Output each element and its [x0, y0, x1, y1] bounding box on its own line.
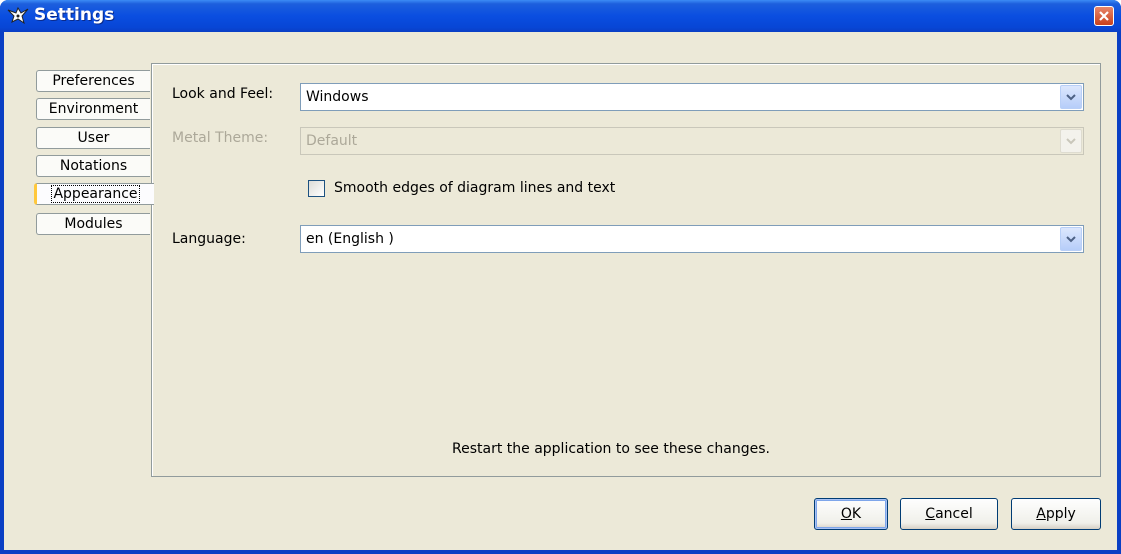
- chevron-down-icon: [1066, 236, 1076, 243]
- tab-label: Preferences: [52, 73, 135, 89]
- cancel-label: ancel: [935, 506, 973, 522]
- tab-appearance[interactable]: Appearance: [34, 183, 154, 205]
- ok-button[interactable]: OK: [814, 498, 888, 530]
- apply-mnemonic: A: [1036, 506, 1046, 522]
- look-and-feel-label: Look and Feel:: [172, 86, 274, 102]
- tab-label: Modules: [64, 216, 123, 232]
- apply-button[interactable]: Apply: [1011, 498, 1101, 530]
- apply-label: pply: [1045, 506, 1076, 522]
- title-bar[interactable]: Settings: [0, 0, 1121, 32]
- cancel-button[interactable]: Cancel: [900, 498, 998, 530]
- cancel-mnemonic: C: [925, 506, 936, 522]
- tab-environment[interactable]: Environment: [36, 98, 150, 120]
- tab-label: User: [77, 130, 110, 146]
- language-label: Language:: [172, 231, 246, 247]
- smooth-edges-label[interactable]: Smooth edges of diagram lines and text: [334, 180, 615, 196]
- dropdown-button[interactable]: [1060, 227, 1082, 251]
- chevron-down-icon: [1066, 94, 1076, 101]
- tab-label: Notations: [59, 158, 128, 174]
- restart-note: Restart the application to see these cha…: [452, 441, 770, 457]
- appearance-panel: [151, 63, 1101, 477]
- tab-label: Appearance: [51, 185, 140, 203]
- dropdown-button: [1060, 129, 1082, 153]
- app-logo-icon: [7, 7, 29, 25]
- ok-mnemonic: O: [840, 506, 852, 522]
- metal-theme-value: Default: [306, 133, 358, 149]
- chevron-down-icon: [1066, 138, 1076, 145]
- metal-theme-label: Metal Theme:: [172, 130, 269, 146]
- tab-modules[interactable]: Modules: [36, 213, 150, 235]
- tab-user[interactable]: User: [36, 127, 150, 149]
- window-title: Settings: [34, 5, 115, 25]
- tab-label: Environment: [48, 101, 139, 117]
- look-and-feel-value: Windows: [306, 89, 369, 105]
- ok-label: K: [851, 506, 862, 522]
- settings-window: Settings Preferences Environment User No…: [0, 0, 1121, 554]
- metal-theme-select: Default: [300, 127, 1084, 155]
- language-select[interactable]: en (English ): [300, 225, 1084, 253]
- close-icon: [1099, 11, 1109, 21]
- language-value: en (English ): [306, 231, 394, 247]
- smooth-edges-checkbox[interactable]: [308, 180, 325, 197]
- look-and-feel-select[interactable]: Windows: [300, 83, 1084, 111]
- dropdown-button[interactable]: [1060, 85, 1082, 109]
- close-button[interactable]: [1094, 6, 1114, 26]
- tab-notations[interactable]: Notations: [36, 155, 150, 177]
- tab-preferences[interactable]: Preferences: [36, 70, 150, 92]
